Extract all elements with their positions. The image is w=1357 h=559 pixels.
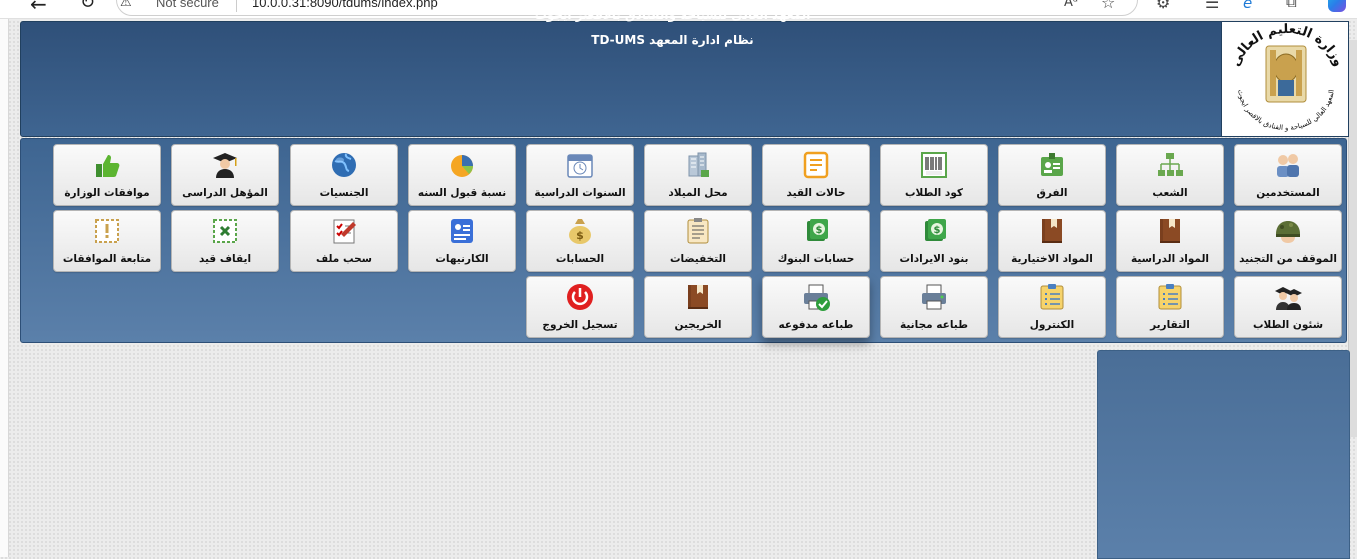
menu-tile-row1-2[interactable]: الفرق — [998, 144, 1106, 206]
graduate-icon — [210, 150, 240, 180]
menu-tile-row2-0[interactable]: الموقف من التجنيد — [1234, 210, 1342, 272]
menu-tile-label: الكارنيهات — [435, 253, 489, 265]
menu-tile-row1-5[interactable]: محل الميلاد — [644, 144, 752, 206]
menu-tile-row3-0[interactable]: شئون الطلاب — [1234, 276, 1342, 338]
menu-tile-label: طباعه مدفوعه — [778, 319, 854, 331]
menu-tile-label: ايقاف قيد — [198, 253, 252, 265]
menu-tile-label: نسبة قبول السنه — [417, 187, 507, 199]
svg-text:$: $ — [816, 225, 823, 236]
side-info-panel — [1097, 350, 1350, 559]
book-icon — [1037, 216, 1067, 246]
calendar-icon — [565, 150, 595, 180]
menu-tile-label: المستخدمين — [1256, 187, 1320, 199]
menu-tile-label: الجنسيات — [319, 187, 369, 199]
power-icon — [565, 282, 595, 312]
menu-tile-label: المواد الدراسية — [1130, 253, 1210, 265]
menu-tile-label: الشعب — [1152, 187, 1188, 199]
menu-tile-label: كود الطلاب — [904, 187, 964, 199]
menu-tile-label: المؤهل الدراسى — [182, 187, 268, 199]
users-icon — [1273, 150, 1303, 180]
menu-tile-label: التقارير — [1150, 319, 1190, 331]
menu-tile-row1-7[interactable]: نسبة قبول السنه — [408, 144, 516, 206]
report-icon — [1037, 282, 1067, 312]
menu-tile-row2-5[interactable]: التخفيضات — [644, 210, 752, 272]
book-icon — [1155, 216, 1185, 246]
menu-tile-label: الموقف من التجنيد — [1239, 253, 1337, 265]
menu-tile-label: تسجيل الخروج — [542, 319, 618, 331]
contact-card-icon — [447, 216, 477, 246]
svg-text:$: $ — [576, 229, 584, 242]
menu-tile-label: المواد الاختيارية — [1011, 253, 1093, 265]
menu-tile-label: طباعه مجانية — [900, 319, 968, 331]
menu-tile-row1-6[interactable]: السنوات الدراسية — [526, 144, 634, 206]
clipboard-icon — [683, 216, 713, 246]
institute-title: المعهد العالى للسياحة والفنادق بالاقصر ا… — [534, 8, 811, 22]
menu-tile-label: حالات القيد — [786, 187, 846, 199]
menu-tile-row2-10[interactable]: متابعة الموافقات — [53, 210, 161, 272]
building-icon — [683, 150, 713, 180]
menu-tile-label: موافقات الوزارة — [64, 187, 150, 199]
menu-tile-row3-3[interactable]: طباعه مجانية — [880, 276, 988, 338]
menu-tile-label: بنود الايرادات — [899, 253, 969, 265]
thumbs-up-icon — [92, 150, 122, 180]
pie-chart-icon — [447, 150, 477, 180]
menu-tile-row1-9[interactable]: المؤهل الدراسى — [171, 144, 279, 206]
menu-tile-row1-1[interactable]: الشعب — [1116, 144, 1224, 206]
menu-tile-row1-8[interactable]: الجنسيات — [290, 144, 398, 206]
menu-tile-row1-4[interactable]: حالات القيد — [762, 144, 870, 206]
menu-tile-row3-1[interactable]: التقارير — [1116, 276, 1224, 338]
org-chart-icon — [1155, 150, 1185, 180]
menu-tile-label: التخفيضات — [669, 253, 727, 265]
note-icon — [801, 150, 831, 180]
menu-tile-label: الحسابات — [555, 253, 605, 265]
menu-tile-row1-0[interactable]: المستخدمين — [1234, 144, 1342, 206]
menu-tile-row3-2[interactable]: الكنترول — [998, 276, 1106, 338]
menu-tile-label: السنوات الدراسية — [534, 187, 626, 199]
printer-check-icon — [801, 282, 831, 312]
dollar-stack-icon: $ — [801, 216, 831, 246]
menu-tile-row2-3[interactable]: $ بنود الايرادات — [880, 210, 988, 272]
menu-tile-label: الكنترول — [1029, 319, 1075, 331]
menu-tile-row2-7[interactable]: الكارنيهات — [408, 210, 516, 272]
menu-tile-row2-1[interactable]: المواد الدراسية — [1116, 210, 1224, 272]
dollar-stack-icon: $ — [919, 216, 949, 246]
stop-x-icon — [210, 216, 240, 246]
printer-icon — [919, 282, 949, 312]
id-badge-icon — [1037, 150, 1067, 180]
svg-text:$: $ — [934, 225, 941, 236]
menu-tile-row2-6[interactable]: $ الحسابات — [526, 210, 634, 272]
menu-tile-label: الخريجين — [674, 319, 722, 331]
menu-tile-row2-4[interactable]: $ حسابات البنوك — [762, 210, 870, 272]
helmet-icon — [1273, 216, 1303, 246]
menu-tile-row3-6[interactable]: تسجيل الخروج — [526, 276, 634, 338]
ministry-logo: وزارة التعليم العالى المعهد العالي للسيا… — [1221, 21, 1349, 137]
menu-tile-row1-3[interactable]: كود الطلاب — [880, 144, 988, 206]
system-title: نظام ادارة المعهد TD-UMS — [591, 33, 754, 47]
logo-seal-icon: وزارة التعليم العالى المعهد العالي للسيا… — [1228, 22, 1346, 132]
menu-tile-label: شئون الطلاب — [1252, 319, 1324, 331]
checklist-icon — [329, 216, 359, 246]
menu-tile-label: سحب ملف — [316, 253, 372, 265]
menu-tile-label: حسابات البنوك — [777, 253, 855, 265]
menu-tile-row3-4[interactable]: طباعه مدفوعه — [762, 276, 870, 338]
menu-tile-label: محل الميلاد — [668, 187, 728, 199]
book-icon — [683, 282, 713, 312]
menu-tile-row2-9[interactable]: ايقاف قيد — [171, 210, 279, 272]
students-icon — [1273, 282, 1303, 312]
globe-icon — [329, 150, 359, 180]
menu-tile-label: متابعة الموافقات — [62, 253, 152, 265]
menu-tile-row3-5[interactable]: الخريجين — [644, 276, 752, 338]
barcode-icon — [919, 150, 949, 180]
menu-tile-row2-2[interactable]: المواد الاختيارية — [998, 210, 1106, 272]
browser-side-strip — [0, 19, 9, 557]
menu-tile-label: الفرق — [1036, 187, 1068, 199]
money-bag-icon: $ — [565, 216, 595, 246]
report-icon — [1155, 282, 1185, 312]
menu-tile-row2-8[interactable]: سحب ملف — [290, 210, 398, 272]
menu-tile-row1-10[interactable]: موافقات الوزارة — [53, 144, 161, 206]
exclamation-icon — [92, 216, 122, 246]
